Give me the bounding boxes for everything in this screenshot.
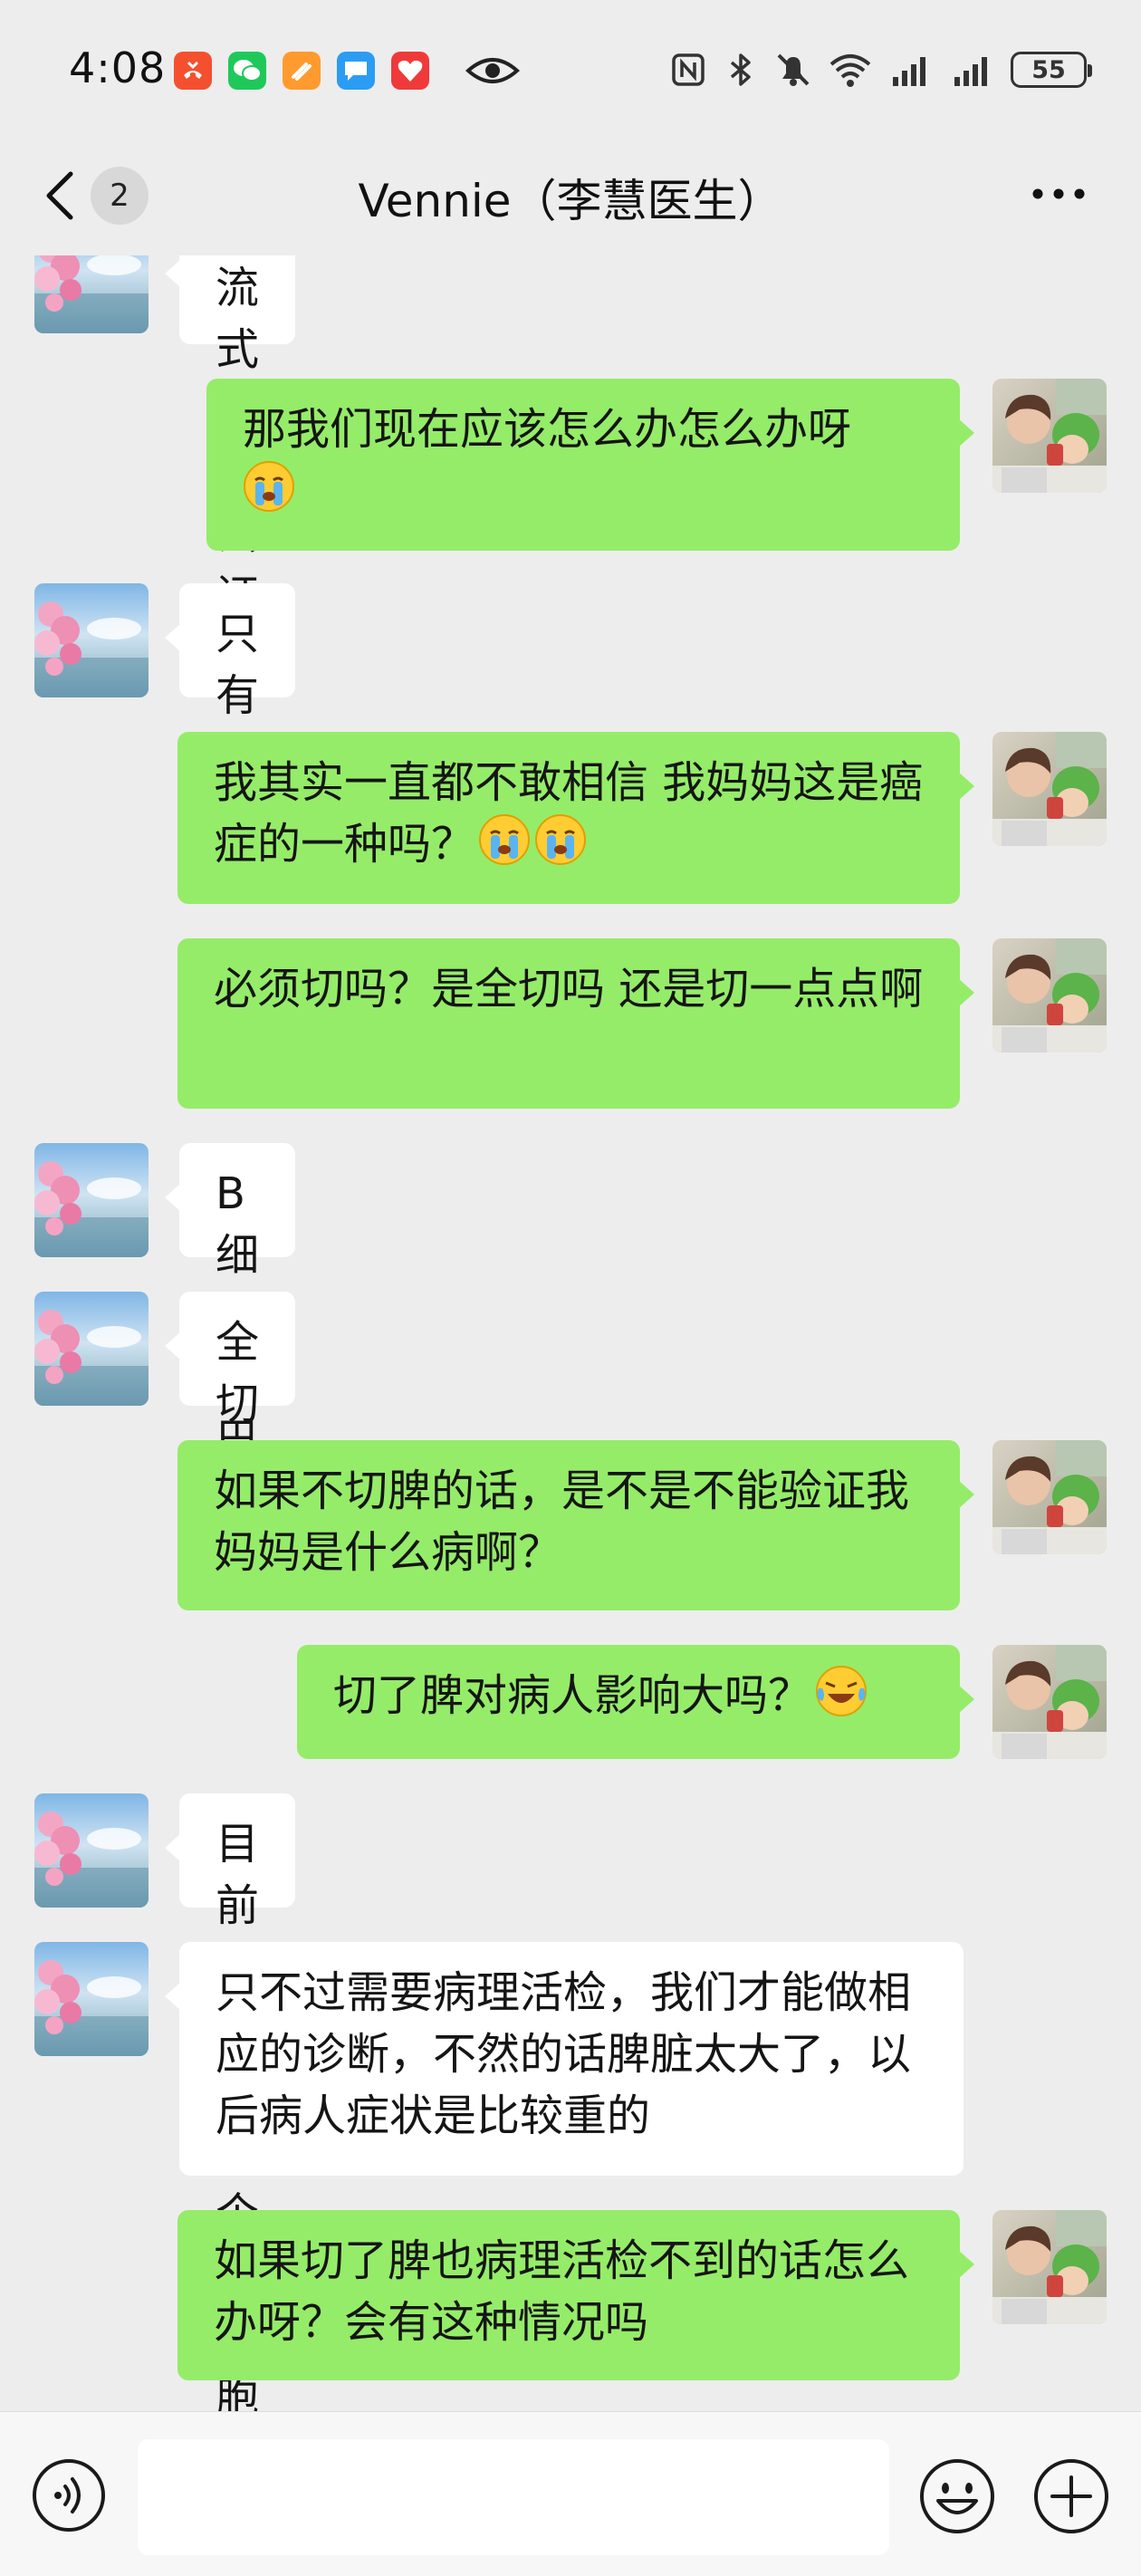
status-right: 55 <box>668 47 1092 92</box>
doctor-avatar[interactable] <box>34 1942 149 2056</box>
battery-indicator: 55 <box>1011 52 1092 88</box>
message-bubble[interactable]: 那我们现在应该怎么办怎么办呀 <box>206 379 974 551</box>
laugh-cry-emoji-icon <box>815 1665 868 1717</box>
crying-emoji-icon <box>478 813 531 866</box>
more-options-icon[interactable] <box>1031 183 1087 205</box>
signal-icon-2 <box>954 57 987 86</box>
eye-icon <box>465 58 520 83</box>
input-bar <box>0 2411 1141 2576</box>
message-text: 切了脾对病人影响大吗？ <box>333 1670 812 1721</box>
bluetooth-icon <box>730 53 751 86</box>
message-text: 如果切了脾也病理活检不到的话怎么办呀？会有这种情况吗 <box>214 2235 910 2348</box>
chat-title: Vennie（李慧医生） <box>358 175 783 227</box>
message-text: 如果不切脾的话，是不是不能验证我妈妈是什么病啊？ <box>214 1466 910 1578</box>
user-avatar[interactable] <box>992 1645 1107 1759</box>
message-text: 那我们现在应该怎么办怎么办呀 <box>243 404 852 455</box>
voice-input-icon[interactable] <box>31 2457 107 2533</box>
message-icon <box>337 52 375 90</box>
message-bubble[interactable]: 切了脾对病人影响大吗？ <box>297 1645 974 1759</box>
message-bubble[interactable]: 只有切脾 <box>164 583 296 844</box>
message-bubble[interactable]: B 细胞淋巴瘤 <box>164 1143 296 1527</box>
doctor-avatar[interactable] <box>34 255 149 333</box>
message-bubble[interactable]: 如果切了脾也病理活检不到的话怎么办呀？会有这种情况吗 <box>177 2210 974 2380</box>
wifi-icon <box>829 54 871 87</box>
nfc-icon <box>672 53 705 86</box>
message-bubble[interactable]: 如果不切脾的话，是不是不能验证我妈妈是什么病啊？ <box>177 1440 974 1610</box>
doctor-avatar[interactable] <box>34 1292 149 1406</box>
user-avatar[interactable] <box>992 938 1107 1053</box>
message-input[interactable] <box>138 2439 889 2555</box>
user-avatar[interactable] <box>992 732 1107 846</box>
crying-emoji-icon <box>243 460 295 513</box>
chat-header: 2 Vennie（李慧医生） <box>0 136 1141 255</box>
chat-screen: 4:08 55 2 Vennie（李慧医生） 流式 那我们现在应该怎么办怎么办呀… <box>0 0 1141 2576</box>
missed-call-icon <box>174 52 212 90</box>
message-bubble[interactable]: 我其实一直都不敢相信 我妈妈这是癌症的一种吗？ <box>177 732 974 904</box>
user-avatar[interactable] <box>992 2210 1107 2324</box>
message-bubble[interactable]: 流式能够去证明 <box>164 255 296 683</box>
doctor-avatar[interactable] <box>34 583 149 697</box>
message-list[interactable]: 流式能够去证明 那我们现在应该怎么办怎么办呀 只有切脾 我其实一直都不敢相信 我… <box>0 255 1141 2411</box>
mute-bell-icon <box>777 53 810 86</box>
message-bubble[interactable]: 目前肯定是一个 b 细胞淋巴瘤 <box>164 1793 296 2411</box>
taobao-icon <box>283 52 321 90</box>
wechat-icon <box>228 52 266 90</box>
crying-emoji-icon <box>534 813 587 866</box>
doctor-avatar[interactable] <box>34 1143 149 1257</box>
message-text: 必须切吗？是全切吗 还是切一点点啊 <box>214 964 924 1014</box>
health-icon <box>391 52 429 90</box>
emoji-picker-icon[interactable] <box>918 2457 996 2535</box>
message-bubble[interactable]: 只不过需要病理活检，我们才能做相应的诊断，不然的话脾脏太大了，以后病人症状是比较… <box>165 1942 964 2176</box>
message-text: 只不过需要病理活检，我们才能做相应的诊断，不然的话脾脏太大了，以后病人症状是比较… <box>216 1967 912 2141</box>
message-text: 全切 <box>216 1317 260 1429</box>
message-bubble[interactable]: 必须切吗？是全切吗 还是切一点点啊 <box>177 938 974 1109</box>
status-bar: 4:08 55 <box>0 0 1141 136</box>
doctor-avatar[interactable] <box>34 1793 149 1908</box>
status-time: 4:08 <box>69 43 167 92</box>
user-avatar[interactable] <box>992 1440 1107 1554</box>
more-actions-plus-icon[interactable] <box>1032 2457 1110 2535</box>
signal-icon-1 <box>893 57 925 86</box>
user-avatar[interactable] <box>992 379 1107 493</box>
message-bubble[interactable]: 全切 <box>164 1292 296 1429</box>
